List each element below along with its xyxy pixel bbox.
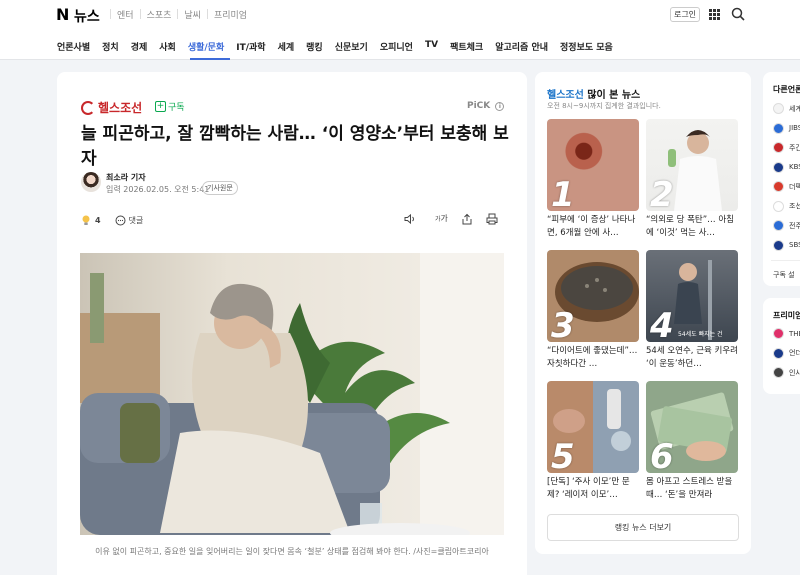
- press-logo-icon: [773, 200, 784, 212]
- comment-button[interactable]: 댓글: [115, 215, 143, 226]
- top-menu: 엔터 스포츠 날씨 프리미엄: [104, 8, 247, 21]
- press-item[interactable]: 언더: [773, 347, 800, 359]
- naver-logo[interactable]: N: [56, 5, 69, 24]
- login-button[interactable]: 로그인: [670, 7, 700, 22]
- comment-icon: [115, 215, 126, 226]
- article-actions: 4 댓글: [81, 215, 143, 226]
- ranking-more-button[interactable]: 랭킹 뉴스 더보기: [547, 514, 739, 541]
- press-item[interactable]: 세계: [773, 103, 800, 114]
- press-logo-icon: [773, 122, 784, 134]
- top-menu-sports[interactable]: 스포츠: [147, 8, 172, 21]
- press-logo-icon: [773, 142, 784, 153]
- nav-tab[interactable]: 정정보도 모음: [560, 40, 613, 53]
- article-photo-illustration: [80, 253, 504, 535]
- speaker-icon[interactable]: [404, 213, 416, 225]
- press-logo-icon: [773, 367, 784, 378]
- top-menu-weather[interactable]: 날씨: [184, 8, 201, 21]
- top-bar: N 뉴스 엔터 스포츠 날씨 프리미엄 로그인: [0, 0, 800, 30]
- ranking-item[interactable]: 5 [단독] ‘주사 이모’만 문제? ‘레이저 이모’…: [547, 381, 639, 502]
- press-item[interactable]: 더팩: [773, 181, 800, 192]
- publisher-logo[interactable]: 헬스조선: [81, 99, 142, 116]
- press-item[interactable]: 조선: [773, 200, 800, 212]
- nav-tab[interactable]: TV: [425, 40, 438, 53]
- nav-tab[interactable]: 오피니언: [380, 40, 413, 53]
- font-size-icon[interactable]: 가가: [429, 213, 448, 225]
- nav-tab[interactable]: IT/과학: [236, 40, 265, 53]
- nav-tab[interactable]: 랭킹: [306, 40, 323, 53]
- article-photo[interactable]: [80, 253, 504, 535]
- thumbnail-caption: 54세도 빠지는 건: [678, 331, 723, 338]
- original-article-button[interactable]: 기사원문: [202, 181, 238, 195]
- publish-date: 입력 2026.02.05. 오전 5:41: [106, 185, 210, 194]
- premium-panel: 프리미엄 THE 언더인사: [763, 298, 800, 394]
- article-headline: 늘 피곤하고, 잘 깜빡하는 사람… ‘이 영양소’부터 보충해 보자: [81, 124, 509, 169]
- other-press-panel: 다른언론 세계 JIBS 주간 KBS 더팩조선전주 SBS 구독 설: [763, 72, 800, 286]
- reporter-avatar[interactable]: [81, 172, 101, 192]
- ranking-thumbnail: 6: [646, 381, 738, 473]
- reporter-name[interactable]: 최소라 기자: [106, 172, 146, 183]
- press-item[interactable]: 전주: [773, 220, 800, 231]
- ranking-item[interactable]: 54세도 빠지는 건 4 54세 오연수, 근육 키우려 ‘이 운동’하던…: [646, 250, 738, 371]
- ranking-subtitle: 오전 8시~9시까지 집계한 결과입니다.: [547, 102, 661, 110]
- ranking-thumbnail: 1: [547, 119, 639, 211]
- info-icon: i: [495, 102, 505, 111]
- ranking-item[interactable]: 6 몸 아프고 스트레스 받을 때… ‘돈’을 만져라: [646, 381, 738, 502]
- press-item[interactable]: JIBS: [773, 122, 800, 134]
- press-logo-icon: [773, 161, 784, 173]
- nav-tab[interactable]: 사회: [159, 40, 176, 53]
- press-logo-icon: [773, 239, 784, 251]
- nav-tab[interactable]: 생활/문화: [188, 40, 224, 53]
- plus-icon: +: [155, 101, 166, 112]
- top-menu-premium[interactable]: 프리미엄: [214, 8, 247, 21]
- share-icon[interactable]: [461, 213, 473, 225]
- ranking-item[interactable]: 1 “피부에 ‘이 증상’ 나타나면, 6개월 안에 사…: [547, 119, 639, 240]
- press-logo-icon: [773, 103, 784, 114]
- press-item[interactable]: KBS: [773, 161, 800, 173]
- article-card: 헬스조선 + 구독 PiCK i 늘 피곤하고, 잘 깜빡하는 사람… ‘이 영…: [57, 72, 527, 575]
- press-item[interactable]: THE: [773, 328, 800, 339]
- ranking-item[interactable]: 3 “다이어트에 좋댔는데”… 자칫하다간 …: [547, 250, 639, 371]
- subscribe-button[interactable]: + 구독: [155, 100, 185, 113]
- press-logo-icon: [773, 347, 784, 359]
- apps-grid-icon[interactable]: [709, 9, 720, 20]
- ranking-thumbnail: 5: [547, 381, 639, 473]
- top-menu-entertainment[interactable]: 엔터: [117, 8, 134, 21]
- active-tab-indicator: [190, 58, 230, 60]
- news-logo[interactable]: 뉴스: [74, 6, 100, 26]
- press-logo-icon: [773, 181, 784, 192]
- nav-tab[interactable]: 알고리즘 안내: [495, 40, 548, 53]
- ranking-title: 헬스조선 많이 본 뉴스: [547, 90, 641, 101]
- press-logo-icon: [773, 328, 784, 339]
- article-tools: 가가: [404, 213, 498, 225]
- premium-title: 프리미엄: [773, 311, 800, 320]
- nav-tab[interactable]: 세계: [278, 40, 295, 53]
- nav-tab[interactable]: 신문보기: [335, 40, 368, 53]
- search-icon[interactable]: [731, 7, 745, 21]
- reaction-button[interactable]: 4: [81, 215, 101, 226]
- ranking-thumbnail: 2: [646, 119, 738, 211]
- nav-tab[interactable]: 언론사별: [57, 40, 90, 53]
- ranking-item[interactable]: 2 “의외로 당 폭탄”… 아침에 ‘이것’ 먹는 사…: [646, 119, 738, 240]
- nav-tab[interactable]: 팩트체크: [450, 40, 483, 53]
- nav-tab[interactable]: 정치: [102, 40, 119, 53]
- publisher-mark-icon: [81, 100, 95, 115]
- print-icon[interactable]: [486, 213, 498, 225]
- other-press-title: 다른언론: [773, 85, 800, 94]
- lightbulb-icon: [82, 215, 90, 225]
- ranking-thumbnail: 54세도 빠지는 건 4: [646, 250, 738, 342]
- ranking-card: 헬스조선 많이 본 뉴스 오전 8시~9시까지 집계한 결과입니다. 1 “피부…: [535, 72, 751, 554]
- subscribe-settings-link[interactable]: 구독 설: [773, 270, 795, 280]
- pick-badge[interactable]: PiCK i: [467, 101, 505, 111]
- press-item[interactable]: 인사: [773, 367, 800, 378]
- nav-tab[interactable]: 경제: [131, 40, 148, 53]
- press-item[interactable]: SBS: [773, 239, 800, 251]
- press-item[interactable]: 주간: [773, 142, 800, 153]
- press-logo-icon: [773, 220, 784, 231]
- ranking-thumbnail: 3: [547, 250, 639, 342]
- section-nav: 언론사별 정치 경제 사회 생활/문화 IT/과학 세계 랭킹 신문보기 오피니언 TV 팩트체크 알고…: [0, 30, 800, 60]
- photo-caption: 이유 없이 피곤하고, 중요한 일을 잊어버리는 일이 잦다면 몸속 ‘철분’ …: [95, 547, 489, 556]
